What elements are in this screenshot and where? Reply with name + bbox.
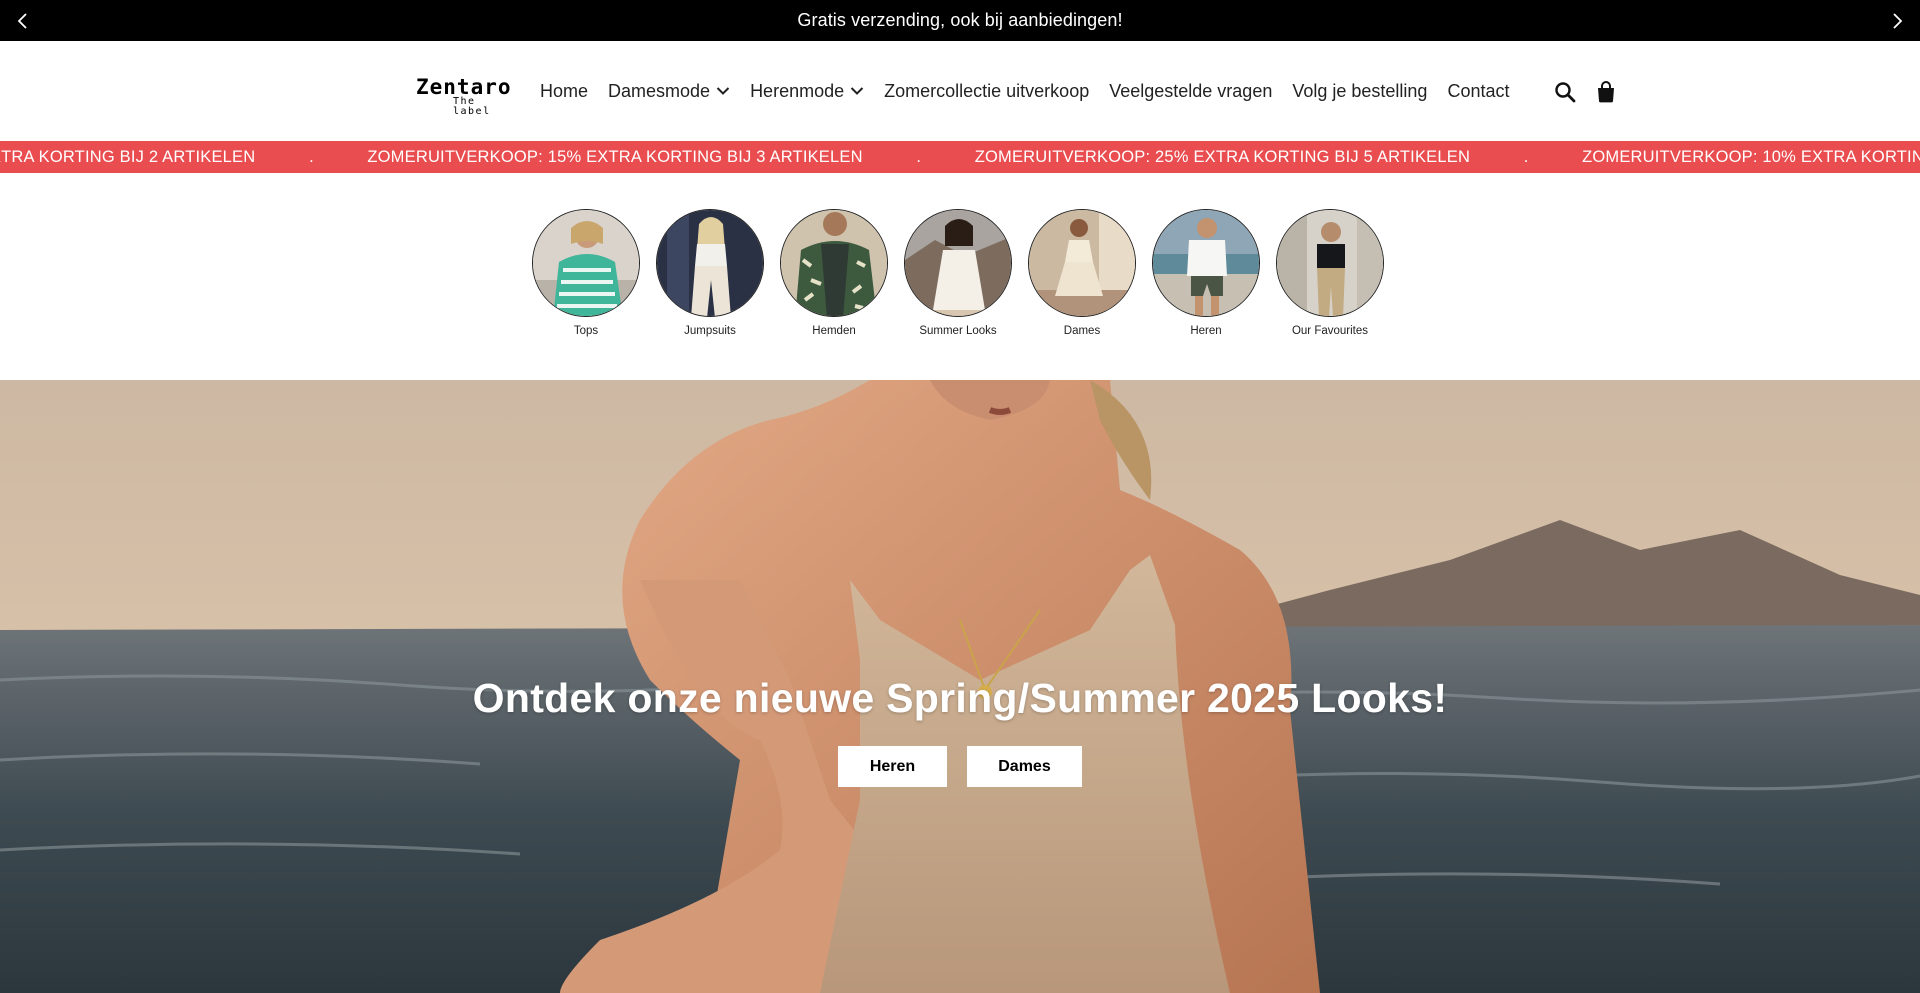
hero-banner: Ontdek onze nieuwe Spring/Summer 2025 Lo… bbox=[0, 380, 1920, 993]
category-summer-looks[interactable]: Summer Looks bbox=[904, 209, 1012, 337]
marquee-item: ZOMERUITVERKOOP: 10% EXTRA KORTING BIJ 2… bbox=[0, 147, 256, 166]
chevron-down-icon bbox=[716, 87, 730, 95]
category-label: Heren bbox=[1190, 325, 1222, 337]
category-dames[interactable]: Dames bbox=[1028, 209, 1136, 337]
category-image bbox=[656, 209, 764, 317]
nav-track-order[interactable]: Volg je bestelling bbox=[1292, 78, 1427, 104]
category-label: Tops bbox=[573, 325, 599, 337]
category-jumpsuits[interactable]: Jumpsuits bbox=[656, 209, 764, 337]
category-hemden[interactable]: Hemden bbox=[780, 209, 888, 337]
category-our-favourites[interactable]: Our Favourites bbox=[1276, 209, 1384, 337]
category-image bbox=[780, 209, 888, 317]
site-header: Zentaro The label Home Damesmode Herenmo… bbox=[0, 41, 1920, 141]
announcement-bar: Gratis verzending, ook bij aanbiedingen! bbox=[0, 0, 1920, 41]
nav-label: Volg je bestelling bbox=[1292, 81, 1428, 101]
marquee-item: ZOMERUITVERKOOP: 25% EXTRA KORTING BIJ 5… bbox=[974, 147, 1471, 166]
nav-contact[interactable]: Contact bbox=[1447, 78, 1509, 104]
nav-label: Herenmode bbox=[750, 81, 845, 101]
search-icon bbox=[1555, 82, 1576, 103]
shop-dames-button[interactable]: Dames bbox=[967, 746, 1082, 787]
announcement-next-button[interactable] bbox=[1884, 8, 1910, 34]
category-heren[interactable]: Heren bbox=[1152, 209, 1260, 337]
cart-button[interactable] bbox=[1593, 79, 1619, 105]
category-tops[interactable]: Tops bbox=[532, 209, 640, 337]
category-image bbox=[904, 209, 1012, 317]
chevron-down-icon bbox=[850, 87, 864, 95]
chevron-left-icon bbox=[17, 13, 27, 29]
nav-damesmode[interactable]: Damesmode bbox=[608, 78, 730, 104]
marquee-separator: . bbox=[309, 147, 314, 166]
nav-faq[interactable]: Veelgestelde vragen bbox=[1109, 78, 1272, 104]
announcement-prev-button[interactable] bbox=[10, 8, 36, 34]
marquee-separator: . bbox=[916, 147, 922, 166]
nav-label: Home bbox=[540, 81, 589, 101]
nav-herenmode[interactable]: Herenmode bbox=[750, 78, 864, 104]
marquee-track: ZOMERUITVERKOOP: 10% EXTRA KORTING BIJ 2… bbox=[0, 141, 1920, 173]
nav-label: Veelgestelde vragen bbox=[1109, 81, 1273, 101]
nav-label: Zomercollectie uitverkoop bbox=[884, 81, 1090, 101]
logo-tagline: The label bbox=[453, 96, 491, 117]
category-label: Dames bbox=[1063, 325, 1101, 337]
search-button[interactable] bbox=[1552, 79, 1578, 105]
category-image bbox=[532, 209, 640, 317]
logo-name: Zentaro bbox=[416, 75, 512, 99]
nav-label: Contact bbox=[1447, 81, 1510, 101]
category-label: Summer Looks bbox=[919, 325, 997, 337]
category-image bbox=[1276, 209, 1384, 317]
nav-label: Damesmode bbox=[608, 81, 711, 101]
promo-marquee: ZOMERUITVERKOOP: 10% EXTRA KORTING BIJ 2… bbox=[0, 141, 1920, 173]
marquee-item: ZOMERUITVERKOOP: 10% EXTRA KORTING BIJ 2… bbox=[1582, 147, 1920, 166]
category-label: Our Favourites bbox=[1291, 325, 1369, 337]
category-label: Jumpsuits bbox=[684, 325, 736, 337]
nav-home[interactable]: Home bbox=[540, 78, 588, 104]
main-nav: Home Damesmode Herenmode Zomercollectie … bbox=[540, 78, 1510, 104]
category-image bbox=[1028, 209, 1136, 317]
shop-heren-button[interactable]: Heren bbox=[838, 746, 947, 787]
category-circles: Tops Jumpsuits Hemden Summer Looks Dames… bbox=[532, 209, 1384, 337]
marquee-separator: . bbox=[1523, 147, 1529, 166]
category-label: Hemden bbox=[812, 325, 856, 337]
hero-title: Ontdek onze nieuwe Spring/Summer 2025 Lo… bbox=[472, 675, 1448, 721]
marquee-item: ZOMERUITVERKOOP: 15% EXTRA KORTING BIJ 3… bbox=[367, 147, 863, 166]
shopping-bag-icon bbox=[1598, 81, 1614, 103]
hero-buttons: Heren Dames bbox=[0, 746, 1920, 787]
nav-zomercollectie[interactable]: Zomercollectie uitverkoop bbox=[884, 78, 1089, 104]
announcement-text: Gratis verzending, ook bij aanbiedingen! bbox=[797, 10, 1123, 30]
logo[interactable]: Zentaro The label bbox=[416, 75, 512, 117]
category-image bbox=[1152, 209, 1260, 317]
chevron-right-icon bbox=[1893, 13, 1903, 29]
